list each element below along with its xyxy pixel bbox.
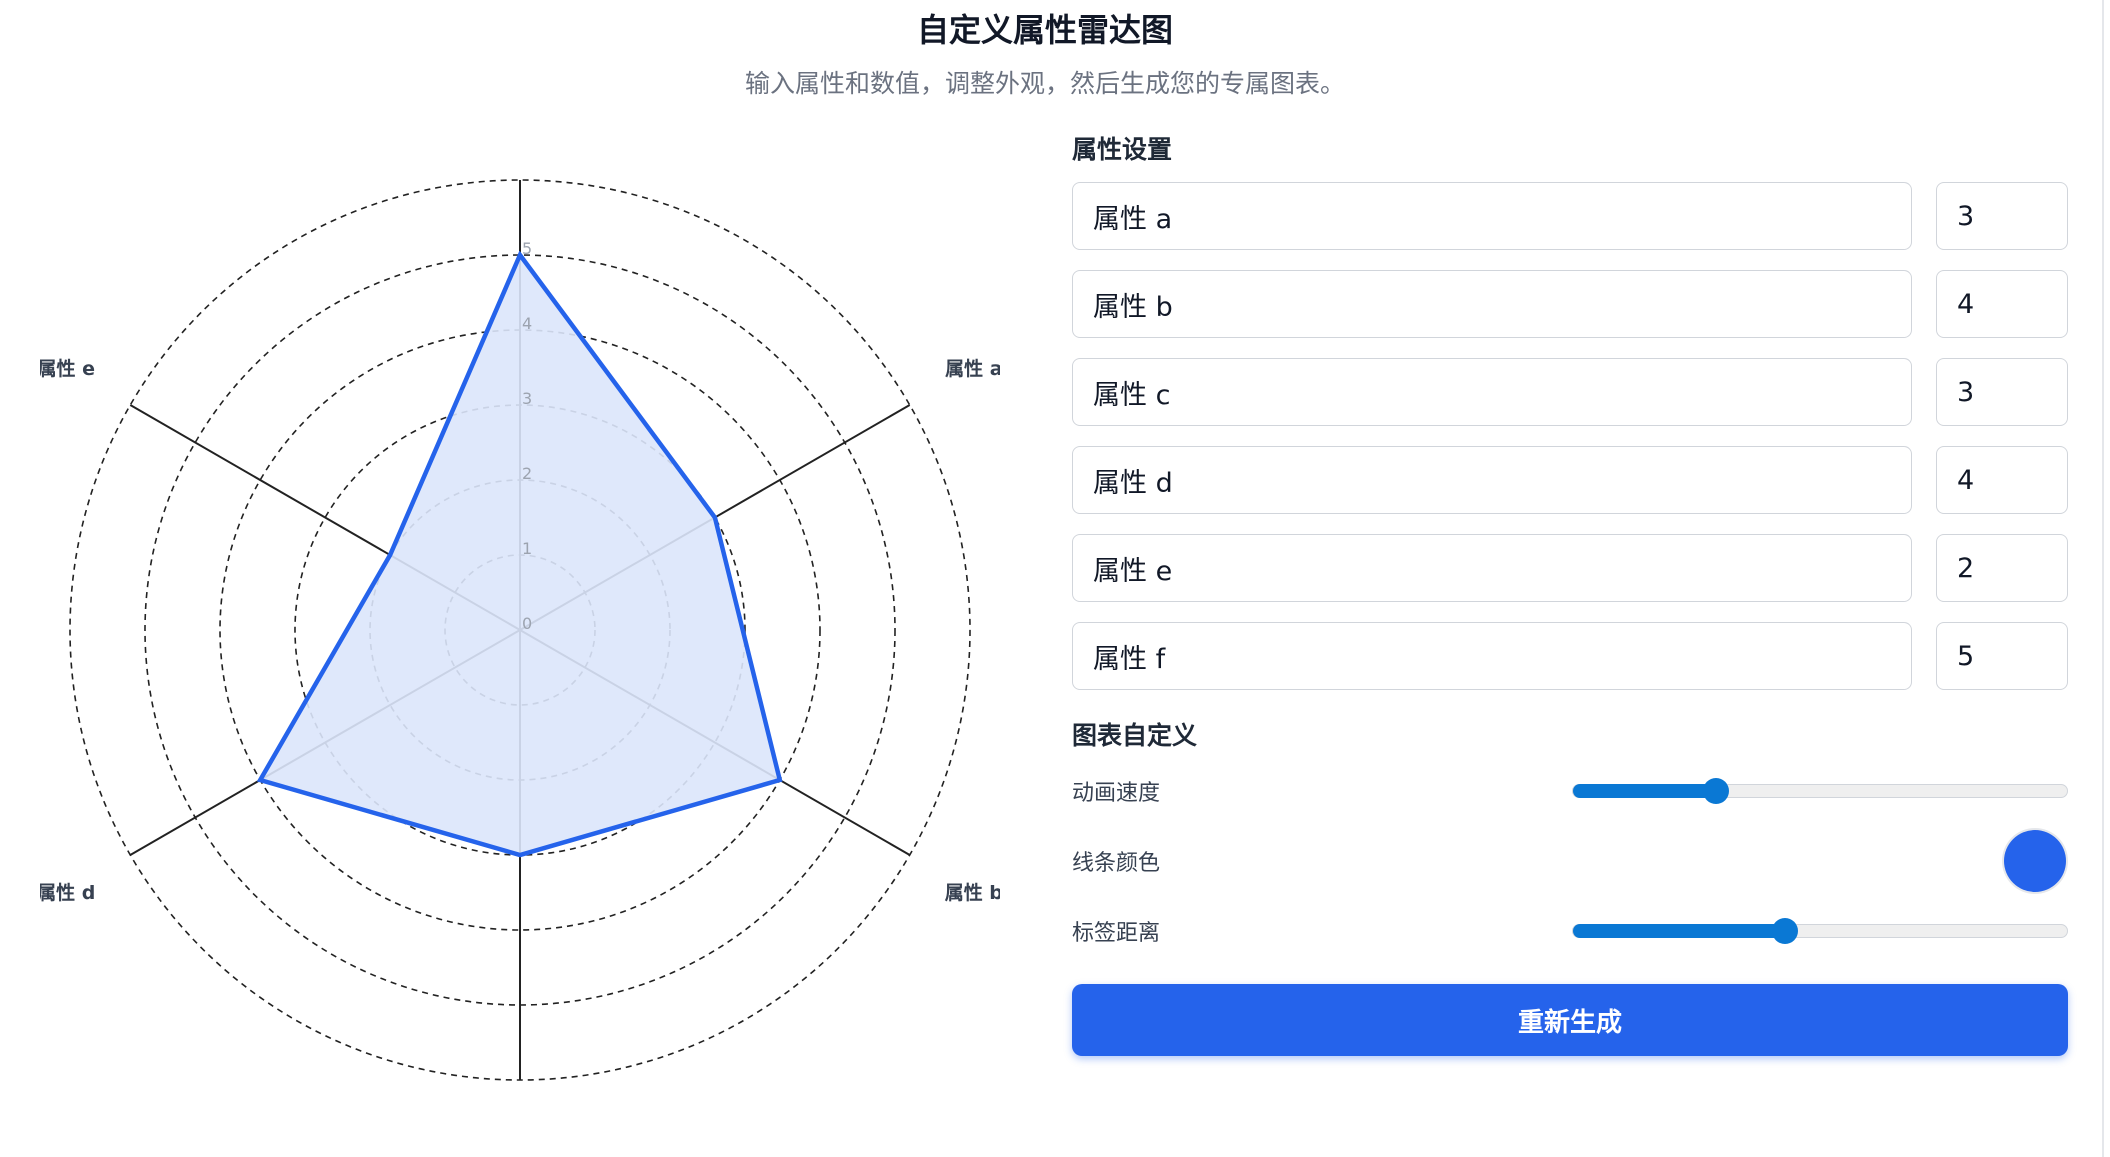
axis-label: 属性 e xyxy=(40,357,95,380)
slider-fill xyxy=(1573,924,1786,938)
attribute-value-input[interactable] xyxy=(1936,358,2068,426)
attribute-name-input[interactable] xyxy=(1072,358,1912,426)
scrollbar-edge xyxy=(2102,0,2104,1157)
settings-panel: 属性设置 属性 a 3 属性 b 4 属性 c 3 属性 d 4 属性 e 2 … xyxy=(1072,130,2068,1056)
animation-speed-label: 动画速度 xyxy=(1072,781,1161,806)
line-color-label: 线条颜色 xyxy=(1072,851,1161,876)
attribute-settings-title: 属性设置 xyxy=(1072,135,1173,164)
attribute-name-input[interactable] xyxy=(1072,270,1912,338)
regenerate-button[interactable]: 重新生成 xyxy=(1072,984,2068,1056)
line-color-picker[interactable] xyxy=(2004,830,2066,892)
attribute-name-input[interactable] xyxy=(1072,446,1912,514)
line-color-control: 线条颜色 xyxy=(1072,826,2068,896)
attribute-list xyxy=(1072,182,2068,690)
attribute-row xyxy=(1072,534,2068,602)
page-title: 自定义属性雷达图 xyxy=(916,11,1173,49)
attribute-row xyxy=(1072,446,2068,514)
data-area xyxy=(256,250,783,858)
animation-speed-slider[interactable] xyxy=(1572,778,2068,804)
page: 自定义属性雷达图 输入属性和数值，调整外观，然后生成您的专属图表。 0 1 2 3 4 5… xyxy=(0,0,2110,1157)
slider-thumb[interactable] xyxy=(1772,918,1799,944)
radar-chart-svg: 012345属性 a属性 b属性 c属性 d属性 e属性 f xyxy=(40,179,1000,1081)
attribute-value-input[interactable] xyxy=(1936,622,2068,690)
chart-customize-title: 图表自定义 xyxy=(1072,721,1198,750)
attribute-row xyxy=(1072,182,2068,250)
attribute-name-input[interactable] xyxy=(1072,182,1912,250)
axis-label: 属性 b xyxy=(945,881,1000,904)
attribute-name-input[interactable] xyxy=(1072,534,1912,602)
attribute-row xyxy=(1072,622,2068,690)
attribute-name-input[interactable] xyxy=(1072,622,1912,690)
label-distance-slider[interactable] xyxy=(1572,918,2068,944)
attribute-value-input[interactable] xyxy=(1936,446,2068,514)
page-subtitle: 输入属性和数值，调整外观，然后生成您的专属图表。 xyxy=(744,69,1345,98)
attribute-value-input[interactable] xyxy=(1936,270,2068,338)
tick-label: 3 xyxy=(522,389,532,408)
slider-thumb[interactable] xyxy=(1703,778,1730,804)
tick-label: 4 xyxy=(522,314,532,333)
radar-chart: 012345属性 a属性 b属性 c属性 d属性 e属性 f xyxy=(40,140,1000,1100)
tick-label: 5 xyxy=(522,239,532,258)
tick-label: 1 xyxy=(522,539,532,558)
animation-speed-control: 动画速度 xyxy=(1072,756,2068,826)
slider-fill xyxy=(1573,784,1717,798)
label-distance-control: 标签距离 xyxy=(1072,896,2068,966)
attribute-row xyxy=(1072,270,2068,338)
tick-label: 2 xyxy=(522,464,532,483)
label-distance-label: 标签距离 xyxy=(1072,921,1161,946)
attribute-value-input[interactable] xyxy=(1936,182,2068,250)
axis-label: 属性 d xyxy=(40,881,95,904)
attribute-value-input[interactable] xyxy=(1936,534,2068,602)
attribute-row xyxy=(1072,358,2068,426)
axis-label: 属性 a xyxy=(945,357,1000,380)
tick-label: 0 xyxy=(522,614,532,633)
